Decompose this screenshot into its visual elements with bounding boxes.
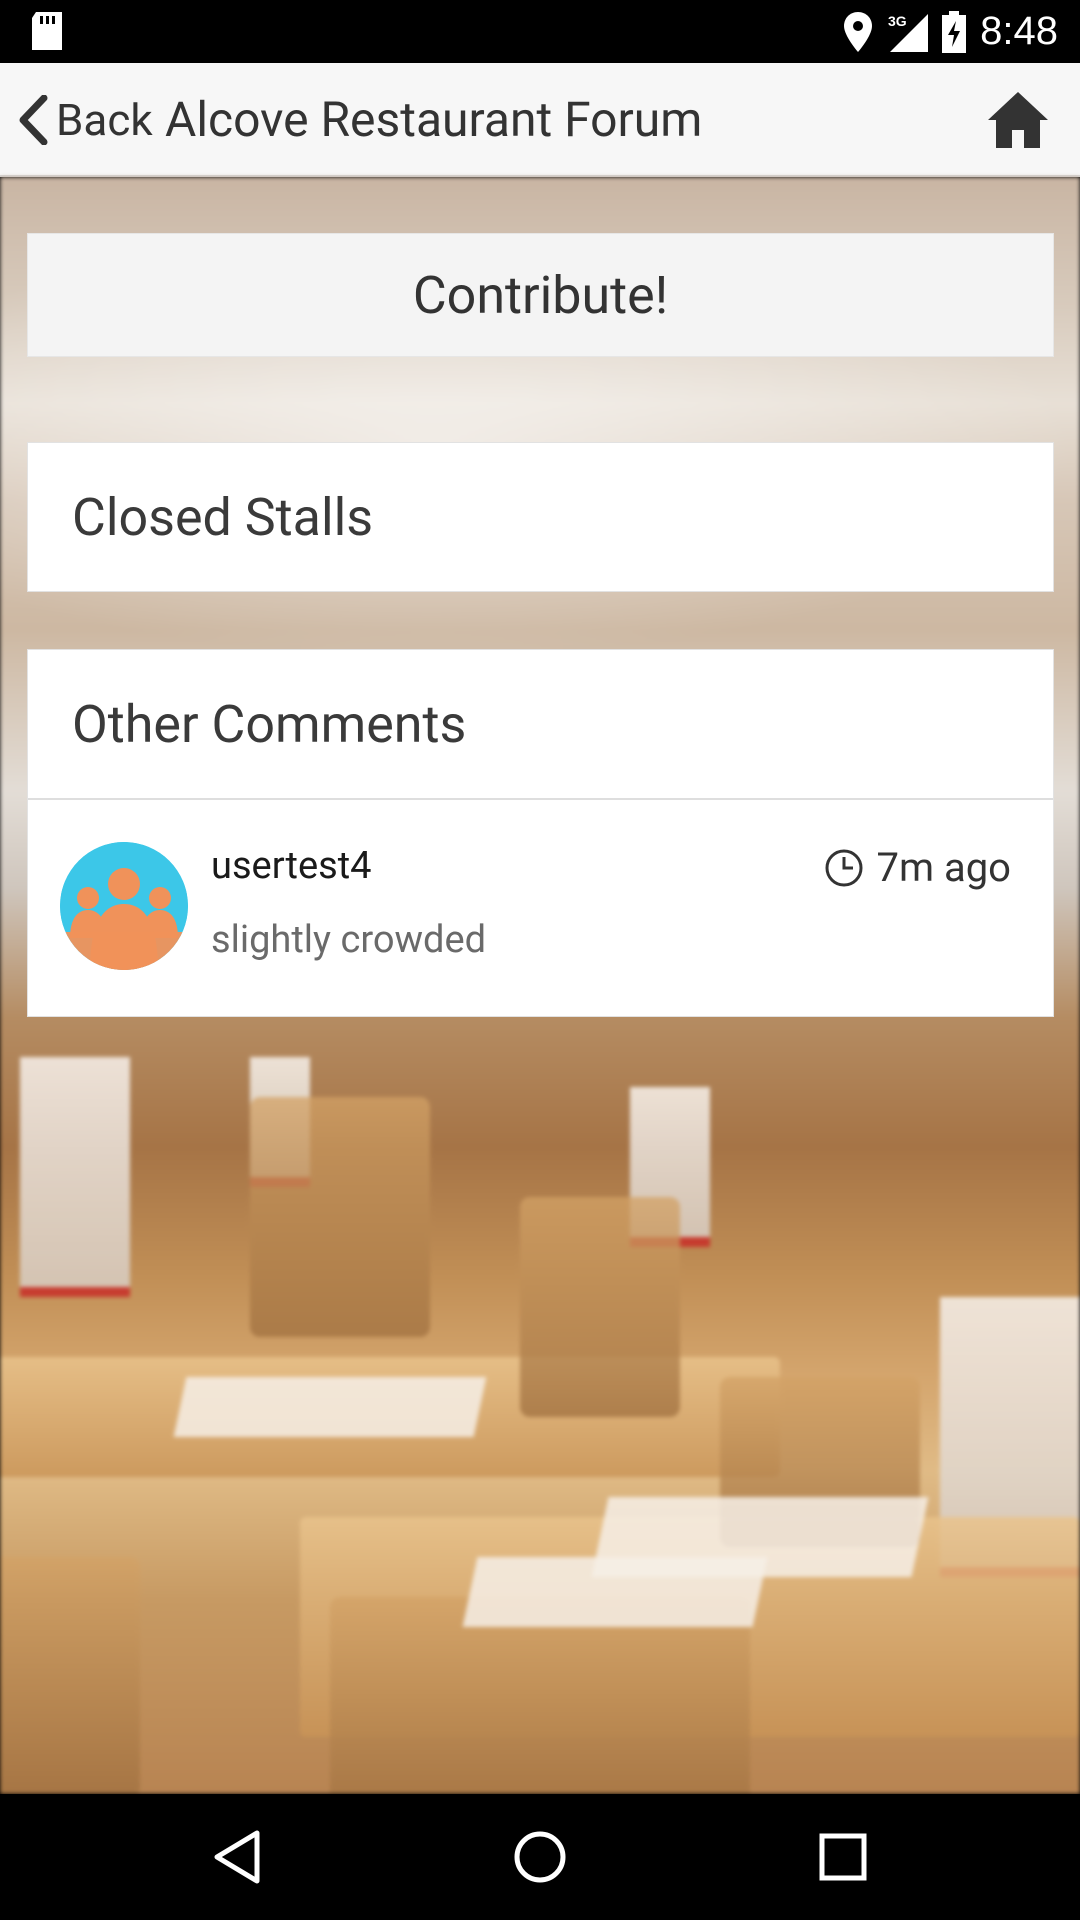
- back-label: Back: [56, 94, 153, 146]
- comment-item[interactable]: usertest4 slightly crowded 7m ago: [28, 800, 1053, 1016]
- comment-timestamp: 7m ago: [824, 844, 1011, 891]
- location-pin-icon: [844, 11, 873, 52]
- clock-icon: [825, 849, 863, 886]
- recents-square-icon[interactable]: [813, 1827, 873, 1887]
- navigation-bar: [0, 1794, 1080, 1920]
- back-button[interactable]: Back: [18, 63, 153, 177]
- screen: 3G 8:48 Back Alcove Restaurant Forum Con…: [0, 0, 1080, 1920]
- app-bar: Back Alcove Restaurant Forum: [0, 63, 1080, 177]
- status-icons: 3G 8:48: [844, 0, 1058, 63]
- svg-text:3G: 3G: [888, 13, 907, 29]
- comment-time-label: 7m ago: [876, 844, 1011, 891]
- group-avatar-icon: [60, 842, 188, 970]
- other-comments-title: Other Comments: [72, 693, 467, 755]
- contribute-button[interactable]: Contribute!: [27, 233, 1054, 357]
- closed-stalls-title: Closed Stalls: [72, 486, 374, 548]
- status-time: 8:48: [980, 9, 1058, 53]
- comment-username: usertest4: [211, 844, 372, 888]
- other-comments-header: Other Comments: [28, 650, 1053, 800]
- chevron-left-icon: [19, 95, 48, 145]
- battery-charging-icon: [942, 10, 967, 53]
- other-comments-card: Other Comments usertest4 slightly crowde…: [27, 649, 1054, 1017]
- page-title: Alcove Restaurant Forum: [165, 91, 703, 148]
- closed-stalls-card[interactable]: Closed Stalls: [27, 442, 1054, 592]
- avatar: [60, 842, 188, 970]
- home-circle-icon[interactable]: [510, 1827, 570, 1887]
- signal-3g-icon: 3G: [888, 13, 929, 52]
- back-triangle-icon[interactable]: [207, 1827, 267, 1887]
- comment-text: slightly crowded: [211, 918, 487, 962]
- status-bar: 3G 8:48: [0, 0, 1080, 63]
- home-icon[interactable]: [986, 88, 1050, 152]
- sd-card-icon: [32, 12, 62, 50]
